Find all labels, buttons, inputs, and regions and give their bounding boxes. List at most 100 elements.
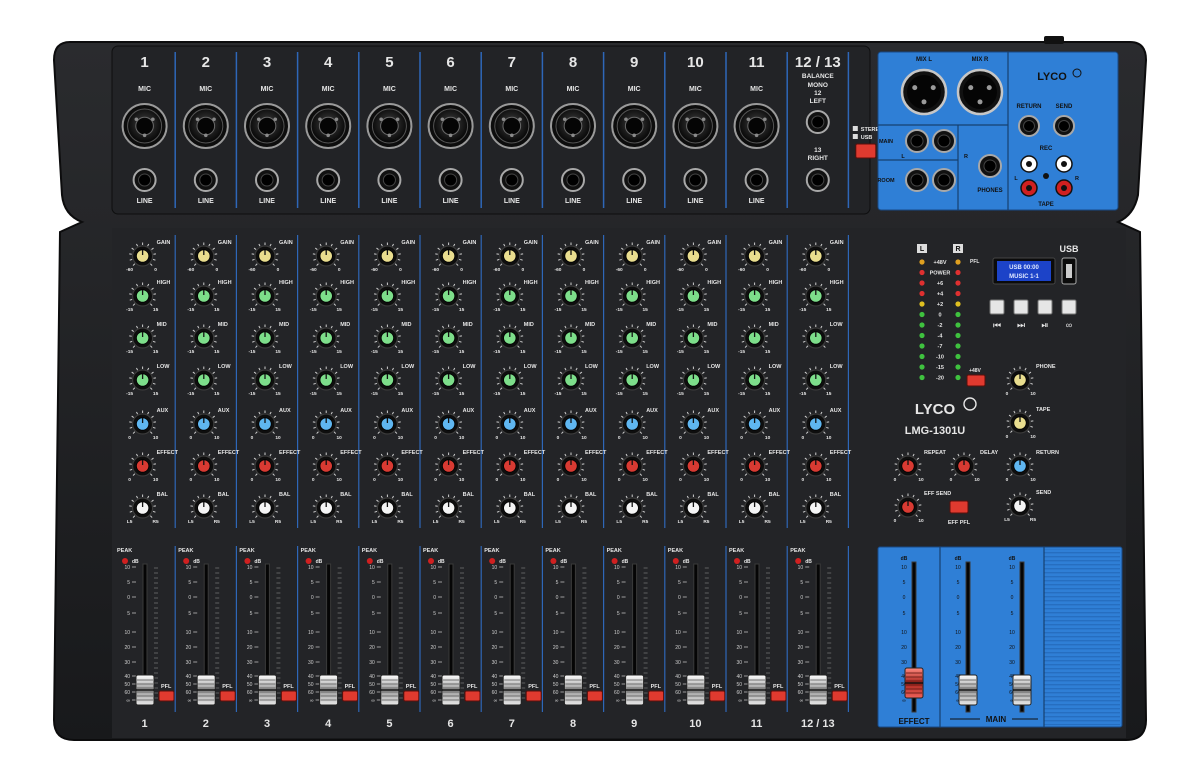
return-jack[interactable]: [1018, 115, 1040, 137]
knob-max-label: 10: [275, 435, 281, 441]
channel-fader[interactable]: [135, 674, 155, 706]
fader-scale-label: 60: [798, 690, 804, 696]
mic-combo-jack[interactable]: [121, 103, 168, 149]
pfl-button[interactable]: [648, 690, 665, 702]
pfl-button[interactable]: [586, 690, 603, 702]
room-l-jack[interactable]: [905, 168, 929, 192]
room-r-jack[interactable]: [932, 168, 956, 192]
channel-fader[interactable]: [196, 674, 216, 706]
fader-scale-label: 20: [955, 645, 961, 651]
knob-min-label: -60: [738, 267, 745, 273]
channel-fader[interactable]: [747, 674, 767, 706]
mic-combo-jack[interactable]: [733, 103, 780, 149]
mix-r-xlr-output[interactable]: [956, 68, 1004, 116]
pfl-button[interactable]: [464, 690, 481, 702]
mic-combo-jack[interactable]: [244, 103, 290, 149]
pfl-button[interactable]: [770, 690, 787, 702]
knob-max-label: 15: [520, 307, 526, 313]
knob-min-label: -15: [371, 307, 378, 313]
effect-master-fader[interactable]: [904, 667, 924, 699]
channel-fader[interactable]: [257, 674, 277, 706]
mic-combo-jack[interactable]: [611, 103, 658, 149]
knob-min-label: L5: [555, 519, 561, 525]
fader-scale-label: 0: [739, 595, 742, 601]
line-label: LINE: [565, 198, 581, 205]
channel-fader[interactable]: [380, 674, 400, 706]
fader-scale-label: 10: [1009, 630, 1015, 636]
eff-pfl-button[interactable]: [949, 500, 969, 514]
rca-jack[interactable]: [1055, 155, 1073, 173]
channel-fader[interactable]: [441, 674, 461, 706]
line-jack[interactable]: [316, 168, 341, 192]
line-jack[interactable]: [193, 168, 218, 192]
pfl-button[interactable]: [158, 690, 175, 702]
line-jack[interactable]: [132, 168, 157, 192]
gain-knob-label: GAIN: [279, 240, 293, 246]
mid-eq-knob-label: MID: [463, 322, 473, 328]
line-jack[interactable]: [499, 168, 524, 192]
phantom-power-button[interactable]: [966, 374, 986, 387]
channel-fader[interactable]: [625, 674, 645, 706]
rca-jack[interactable]: [1020, 155, 1038, 173]
low-eq-knob-label: LOW: [707, 364, 721, 370]
low-eq-knob-label: LOW: [585, 364, 599, 370]
rca-jack[interactable]: [1055, 179, 1073, 197]
line-jack[interactable]: [255, 168, 279, 192]
line-jack[interactable]: [683, 168, 708, 192]
line-jack[interactable]: [622, 168, 647, 192]
effect-fader-label: EFFECT: [898, 717, 929, 726]
knob-max-label: 15: [214, 307, 220, 313]
line-jack[interactable]: [744, 168, 769, 192]
pfl-button[interactable]: [403, 690, 420, 702]
stereo-left-jack[interactable]: [805, 110, 830, 134]
usb-display-text: USB 00:00: [1009, 265, 1039, 271]
rca-jack[interactable]: [1020, 179, 1038, 197]
mix-l-xlr-output[interactable]: [900, 68, 948, 116]
knob-max-label: 0: [215, 267, 218, 273]
channel-fader[interactable]: [502, 674, 522, 706]
send-jack[interactable]: [1053, 115, 1075, 137]
knob-max-label: 0: [460, 267, 463, 273]
pfl-button[interactable]: [219, 690, 236, 702]
fader-scale-label: 5: [311, 611, 314, 617]
mic-combo-jack[interactable]: [182, 103, 229, 149]
stereo-right-jack[interactable]: [805, 168, 830, 192]
fader-scale-label: 5: [372, 611, 375, 617]
high-eq-knob-label: HIGH: [646, 280, 660, 286]
mic-combo-jack[interactable]: [427, 103, 474, 149]
main-l-jack[interactable]: [905, 129, 929, 153]
repeat-mode-button[interactable]: [1061, 299, 1077, 315]
power-switch[interactable]: [1044, 36, 1064, 44]
prev-button[interactable]: [989, 299, 1005, 315]
pfl-button[interactable]: [525, 690, 542, 702]
main-right-fader[interactable]: [1012, 674, 1032, 706]
line-jack[interactable]: [561, 168, 585, 192]
main-r-jack[interactable]: [932, 129, 956, 153]
line-jack[interactable]: [438, 168, 463, 192]
mic-combo-jack[interactable]: [550, 103, 596, 149]
knob-min-label: -15: [493, 349, 500, 355]
phones-jack[interactable]: [978, 154, 1002, 178]
pfl-button[interactable]: [709, 690, 726, 702]
channel-fader[interactable]: [808, 674, 828, 706]
play-pause-button[interactable]: [1037, 299, 1053, 315]
pfl-button[interactable]: [280, 690, 297, 702]
next-button[interactable]: [1013, 299, 1029, 315]
mic-combo-jack[interactable]: [672, 103, 719, 149]
mic-combo-jack[interactable]: [305, 103, 352, 149]
channel-fader[interactable]: [319, 674, 339, 706]
pfl-button[interactable]: [342, 690, 359, 702]
fader-scale-label: 20: [124, 645, 130, 651]
pfl-button[interactable]: [831, 690, 848, 702]
high-eq-knob-label: HIGH: [279, 280, 293, 286]
knob-max-label: R5: [336, 519, 342, 525]
mic-combo-jack[interactable]: [366, 103, 413, 149]
mic-combo-jack[interactable]: [488, 103, 535, 149]
line-jack[interactable]: [377, 168, 402, 192]
knob-max-label: 15: [704, 307, 710, 313]
channel-fader[interactable]: [686, 674, 706, 706]
channel-fader[interactable]: [563, 674, 583, 706]
main-left-fader[interactable]: [958, 674, 978, 706]
stereo-usb-button[interactable]: [855, 143, 877, 159]
main-out-label: MAIN: [879, 139, 893, 145]
